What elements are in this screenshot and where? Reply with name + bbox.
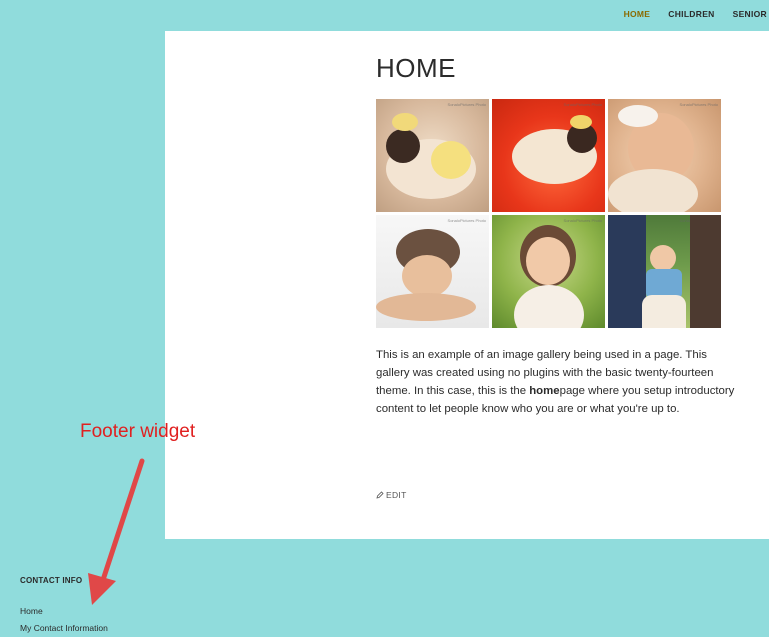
widget-link-contact[interactable]: My Contact Information	[20, 623, 108, 633]
image-subject-head	[386, 129, 420, 163]
image-watermark: SonaloPictures Photo	[447, 218, 486, 223]
nav-item-home[interactable]: HOME	[615, 0, 660, 28]
image-subject-bow	[392, 113, 418, 131]
image-subject-headband	[618, 105, 658, 127]
annotation-label: Footer widget	[80, 421, 196, 442]
image-subject-face	[402, 255, 452, 297]
image-subject-body	[431, 141, 471, 179]
pencil-icon	[376, 491, 384, 499]
edit-link[interactable]: EDIT	[376, 490, 407, 500]
image-subject-skirt	[642, 295, 686, 328]
widget-link-home[interactable]: Home	[20, 606, 43, 616]
gallery-image[interactable]: SonaloPictures Photo	[492, 99, 605, 212]
image-watermark: SonaloPictures Photo	[563, 102, 602, 107]
nav-item-senior[interactable]: SENIOR	[724, 0, 769, 28]
nav-item-children[interactable]: CHILDREN	[659, 0, 723, 28]
image-subject-arms	[376, 293, 476, 321]
image-subject-blanket	[608, 169, 698, 212]
list-item: My Contact Information	[20, 620, 108, 637]
edit-label: EDIT	[386, 490, 407, 500]
image-watermark: SonaloPictures Photo	[447, 102, 486, 107]
gallery-image[interactable]: SonaloPictures Photo	[376, 99, 489, 212]
page-title: HOME	[376, 53, 456, 83]
annotation-arrow-icon	[88, 458, 145, 605]
image-subject-dress	[514, 285, 584, 328]
gallery-image[interactable]: SonaloPictures Photo	[492, 215, 605, 328]
image-subject-bow	[570, 115, 592, 129]
gallery-image[interactable]: SonaloPictures Photo	[376, 215, 489, 328]
gallery-image[interactable]: SonaloPictures Photo	[608, 215, 721, 328]
image-gallery: SonaloPictures Photo SonaloPictures Phot…	[376, 99, 721, 328]
widget-title: CONTACT INFO	[20, 576, 83, 585]
gallery-image[interactable]: SonaloPictures Photo	[608, 99, 721, 212]
image-subject-face	[526, 237, 570, 285]
page-content: This is an example of an image gallery b…	[376, 346, 738, 418]
image-watermark: SonaloPictures Photo	[563, 218, 602, 223]
content-bold-text: home	[529, 385, 560, 397]
content-panel: HOME SonaloPictures Photo SonaloPictures…	[165, 31, 769, 539]
widget-link-list: Home My Contact Information	[20, 603, 108, 637]
image-watermark: SonaloPictures Photo	[679, 102, 718, 107]
list-item: Home	[20, 603, 108, 620]
primary-navigation: HOME CHILDREN SENIOR	[615, 0, 769, 28]
image-subject-parent	[608, 215, 646, 328]
image-subject-parent	[690, 215, 721, 328]
image-subject-face	[650, 245, 676, 271]
